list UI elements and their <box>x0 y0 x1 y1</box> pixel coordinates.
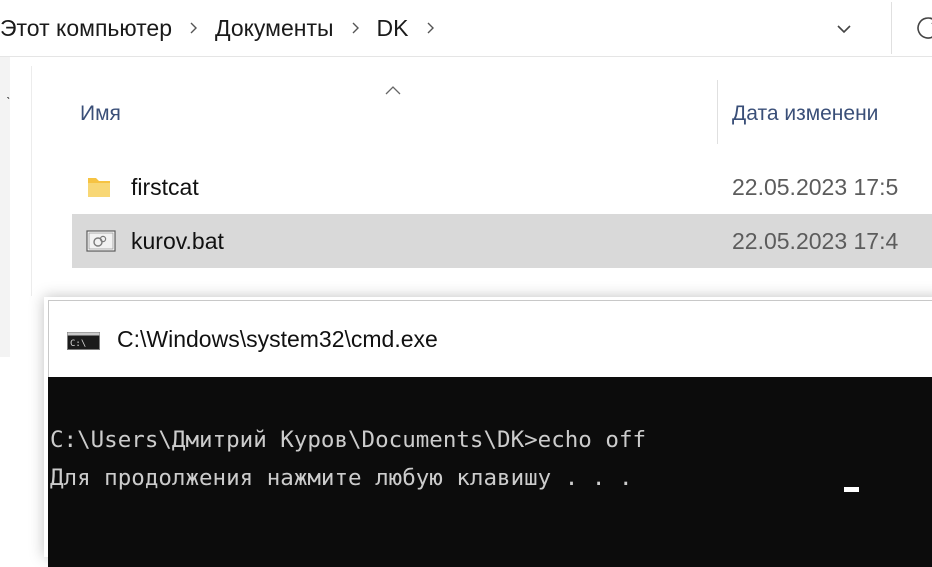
refresh-icon <box>917 17 932 39</box>
console-output[interactable]: C:\Users\Дмитрий Куров\Documents\DK>echo… <box>48 377 932 567</box>
cmd-window-title: C:\Windows\system32\cmd.exe <box>117 326 438 352</box>
batch-file-icon <box>86 228 116 254</box>
console-line: C:\Users\Дмитрий Куров\Documents\DK>echo… <box>50 427 647 453</box>
cmd-icon[interactable]: C:\ <box>67 332 100 350</box>
column-header-date[interactable]: Дата изменени <box>732 92 878 136</box>
console-line: Для продолжения нажмите любую клавишу . … <box>50 465 633 491</box>
cmd-titlebar[interactable]: C:\ C:\Windows\system32\cmd.exe <box>48 300 932 378</box>
file-row-kurov-bat[interactable]: kurov.bat 22.05.2023 17:4 <box>72 214 932 268</box>
sort-up-icon <box>384 82 402 100</box>
file-date: 22.05.2023 17:5 <box>732 173 899 200</box>
address-bar[interactable]: Этот компьютер Документы DK <box>0 0 932 57</box>
breadcrumb-this-pc[interactable]: Этот компьютер <box>0 15 178 42</box>
refresh-button[interactable] <box>914 14 932 44</box>
column-divider[interactable] <box>717 80 718 144</box>
console-cursor <box>844 487 859 492</box>
file-name: kurov.bat <box>131 227 224 254</box>
chevron-down-icon <box>837 25 851 34</box>
svg-text:C:\: C:\ <box>70 339 86 349</box>
file-row-firstcat[interactable]: firstcat 22.05.2023 17:5 <box>72 160 932 214</box>
chevron-right-icon[interactable] <box>178 21 209 35</box>
address-history-dropdown[interactable] <box>820 14 868 44</box>
file-name: firstcat <box>131 173 199 200</box>
column-header-name[interactable]: Имя <box>80 92 121 136</box>
folder-icon <box>86 174 114 200</box>
address-divider <box>891 2 892 54</box>
breadcrumb-documents[interactable]: Документы <box>209 15 340 42</box>
pane-divider <box>31 66 32 296</box>
chevron-right-icon[interactable] <box>340 21 371 35</box>
breadcrumb-dk[interactable]: DK <box>371 15 415 42</box>
chevron-right-icon[interactable] <box>415 21 446 35</box>
nav-expand-icon[interactable]: ˋ <box>6 94 11 110</box>
file-date: 22.05.2023 17:4 <box>732 227 899 254</box>
breadcrumb: Этот компьютер Документы DK <box>0 0 446 56</box>
